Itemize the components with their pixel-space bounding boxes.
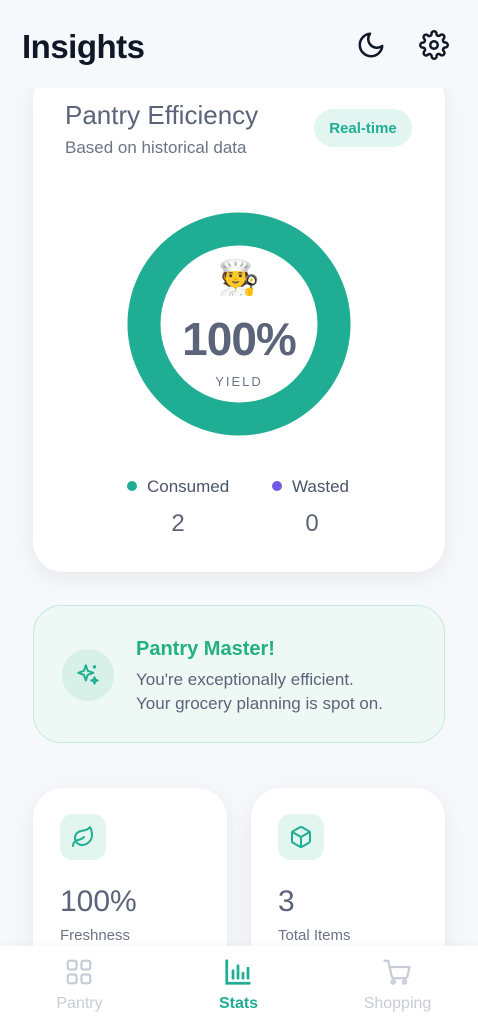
chef-emoji-icon: 🧑‍🍳 [217,259,261,297]
consumed-dot [127,481,137,491]
consumed-label: Consumed [147,477,230,496]
bottom-nav: Pantry Stats Shopping [0,946,478,1024]
total-items-value: 3 [278,885,295,918]
consumed-count: 2 [171,510,185,537]
nav-stats-label: Stats [218,995,259,1012]
cart-icon [383,959,411,985]
nav-shopping[interactable]: Shopping [318,946,477,1024]
moon-icon[interactable] [356,30,386,60]
yield-percent: 100% [182,313,297,365]
master-message-line2: Your grocery planning is spot on. [136,694,383,713]
wasted-dot [272,481,282,491]
nav-stats[interactable]: Stats [159,946,318,1024]
efficiency-card: Pantry Efficiency Based on historical da… [33,70,445,572]
sparkles-icon [62,649,114,701]
freshness-value: 100% [60,885,137,918]
grid-icon [66,959,92,985]
efficiency-subtitle: Based on historical data [65,138,247,157]
page-title: Insights [22,28,145,65]
bar-chart-icon [225,959,251,985]
legend-consumed: Consumed [127,477,229,497]
realtime-badge: Real-time [314,109,412,147]
nav-shopping-label: Shopping [363,995,432,1012]
yield-label: YIELD [215,374,263,389]
gear-icon[interactable] [419,30,449,60]
app-header: Insights [0,0,478,88]
nav-pantry[interactable]: Pantry [0,946,159,1024]
wasted-label: Wasted [292,477,350,496]
leaf-icon [60,814,106,860]
master-title: Pantry Master! [136,638,275,660]
total-items-label: Total Items [278,927,351,944]
legend-wasted: Wasted [272,477,349,497]
nav-pantry-label: Pantry [56,995,103,1012]
master-message-line1: You're exceptionally efficient. [136,670,354,689]
pantry-master-banner: Pantry Master! You're exceptionally effi… [33,605,445,743]
freshness-label: Freshness [60,927,131,944]
efficiency-title: Pantry Efficiency [65,100,259,130]
box-icon [278,814,324,860]
wasted-count: 0 [305,510,319,537]
